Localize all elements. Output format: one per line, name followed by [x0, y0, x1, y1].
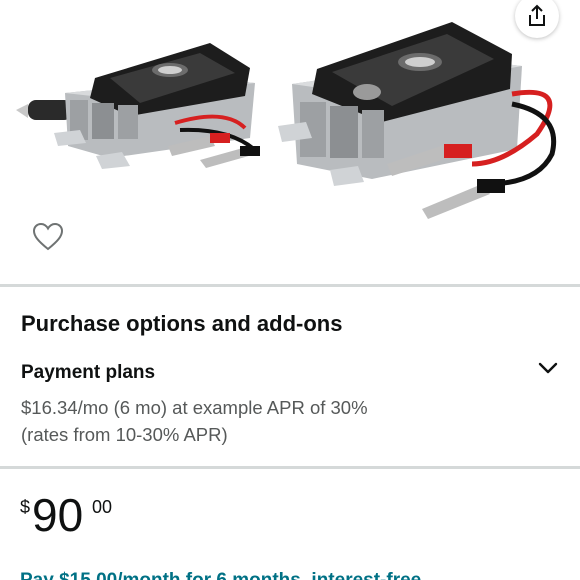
product-image-small-inverter	[16, 43, 260, 169]
payment-plans-title[interactable]: Payment plans	[21, 362, 155, 384]
payment-plans-line-2: (rates from 10-30% APR)	[21, 424, 228, 445]
chevron-down-icon[interactable]	[536, 358, 560, 378]
share-icon	[529, 4, 545, 26]
payment-plans-line-1: $16.34/mo (6 mo) at example APR of 30%	[21, 397, 368, 418]
price-fraction: 00	[92, 497, 113, 517]
section-divider	[0, 466, 580, 469]
payment-promo-link[interactable]: Pay $15.00/month for 6 months, interest-…	[20, 570, 580, 580]
product-image-large-inverter	[278, 22, 557, 219]
product-image-area[interactable]	[0, 0, 580, 282]
price-currency-symbol: $	[20, 497, 31, 517]
price-whole: 90	[32, 489, 84, 541]
wishlist-button[interactable]	[30, 220, 66, 254]
section-divider	[0, 284, 580, 287]
purchase-options-title: Purchase options and add-ons	[21, 311, 343, 336]
payment-plans-details: $16.34/mo (6 mo) at example APR of 30% (…	[21, 394, 451, 448]
heart-icon	[32, 222, 64, 251]
